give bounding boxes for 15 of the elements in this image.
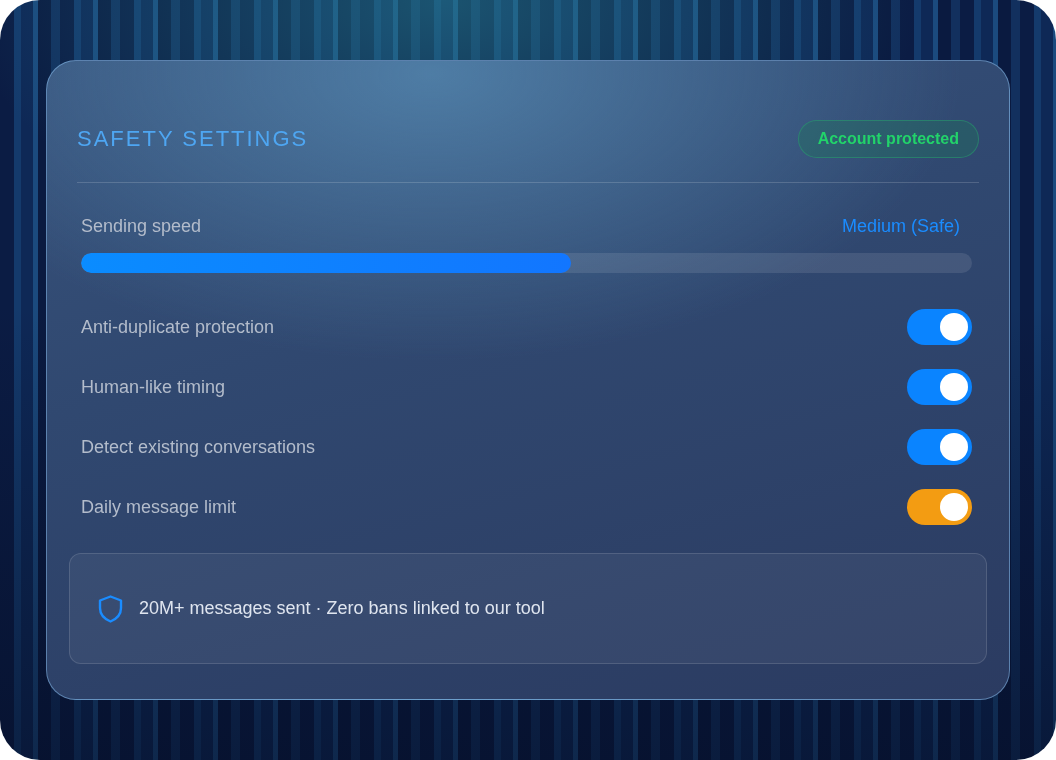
card-title: SAFETY SETTINGS bbox=[77, 126, 309, 152]
speed-reading: Medium (Safe) bbox=[841, 215, 960, 237]
toggle-switch[interactable] bbox=[907, 429, 972, 465]
option-label: Human-like timing bbox=[81, 376, 226, 398]
option-label: Detect existing conversations bbox=[81, 436, 316, 458]
option-label: Daily message limit bbox=[81, 496, 237, 518]
shield-icon bbox=[98, 594, 123, 623]
speed-bar-track[interactable] bbox=[81, 253, 972, 273]
speed-label: Sending speed bbox=[81, 215, 202, 237]
status-badge: Account protected bbox=[797, 120, 979, 158]
option-label: Anti-duplicate protection bbox=[81, 316, 275, 338]
info-text: 20M+ messages sent · Zero bans linked to our tool bbox=[139, 598, 545, 619]
toggle-switch[interactable] bbox=[907, 309, 972, 345]
toggle-switch[interactable] bbox=[907, 369, 972, 405]
toggle-switch[interactable] bbox=[907, 489, 972, 525]
